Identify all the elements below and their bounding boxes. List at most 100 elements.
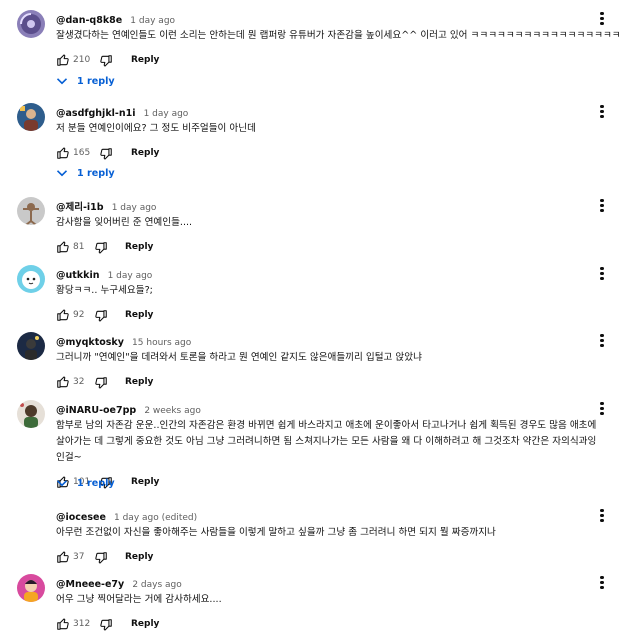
avatar-image (17, 197, 45, 225)
comment-time[interactable]: 1 day ago (108, 271, 153, 281)
comment-actions: 101 Reply (56, 472, 596, 492)
thumbs-down-icon[interactable] (94, 309, 108, 323)
comment-author[interactable]: @dan-q8k8e (56, 15, 122, 26)
comment-header: @utkkin 1 day ago (56, 265, 596, 281)
like-count: 312 (73, 619, 91, 629)
comment-text: 함부로 남의 자존감 운운..인간의 자존감은 환경 바뀌면 쉽게 바스라지고 … (56, 420, 597, 463)
avatar-image (17, 332, 45, 360)
more-vert-icon[interactable] (596, 332, 608, 350)
avatar-image (17, 400, 45, 428)
comment-author[interactable]: @utkkin (56, 270, 99, 281)
avatar[interactable] (17, 265, 45, 293)
avatar[interactable] (17, 103, 45, 131)
comment-author[interactable]: @Mneee-e7y (56, 579, 124, 590)
reply-button[interactable]: Reply (121, 548, 157, 566)
thumbs-up-icon[interactable] (56, 375, 70, 389)
avatar[interactable] (17, 332, 45, 360)
comment-body: @제리-i1b 1 day ago 감사함을 잊어버린 준 연예인들.... 8… (56, 197, 596, 257)
comment-text: 저 분들 연예인이에요? 그 정도 비주얼들이 아닌데 (56, 123, 256, 134)
more-vert-icon[interactable] (596, 197, 608, 215)
thumbs-down-icon[interactable] (99, 147, 113, 161)
comment-body: @iNARU-oe7pp 2 weeks ago 함부로 남의 자존감 운운..… (56, 400, 596, 492)
more-vert-icon[interactable] (596, 400, 608, 418)
reply-button[interactable]: Reply (121, 238, 157, 256)
thumbs-down-icon[interactable] (94, 241, 108, 255)
comment-actions: 37 Reply (56, 547, 596, 567)
comment-body: @Mneee-e7y 2 days ago 어우 그냥 찍어달라는 거에 감사하… (56, 574, 596, 634)
like-count: 81 (73, 242, 85, 252)
like-count: 210 (73, 55, 91, 65)
avatar-image (17, 103, 45, 131)
reply-button[interactable]: Reply (127, 615, 163, 633)
thumbs-up-icon[interactable] (56, 53, 70, 67)
comment-text: 어우 그냥 찍어달라는 거에 감사하세요.... (56, 594, 222, 605)
comment-body: @dan-q8k8e 1 day ago 잘생겼다하는 연예인들도 이런 소리는… (56, 10, 621, 70)
chevron-down-icon (56, 78, 68, 85)
comment-time[interactable]: 2 weeks ago (144, 406, 201, 416)
comment-actions: 312 Reply (56, 614, 596, 634)
replies-label: 1 reply (77, 167, 115, 179)
avatar[interactable] (17, 574, 45, 602)
thumbs-up-icon[interactable] (56, 550, 70, 564)
more-vert-icon[interactable] (596, 10, 608, 28)
comment-author[interactable]: @myqktosky (56, 337, 124, 348)
view-replies-button[interactable]: 1 reply (56, 162, 115, 184)
comment-header: @asdfghjkl-n1i 1 day ago (56, 103, 596, 119)
thumbs-down-icon[interactable] (94, 376, 108, 390)
avatar-image (17, 10, 45, 38)
comment-author[interactable]: @제리-i1b (56, 202, 104, 213)
thumbs-down-icon[interactable] (99, 54, 113, 68)
replies-label: 1 reply (77, 477, 115, 489)
view-replies-button[interactable]: 1 reply (56, 472, 115, 494)
comment-text: 아무런 조건없이 자신을 좋아해주는 사람들을 이렇게 말하고 싶을까 그냥 좀… (56, 527, 496, 538)
comment-body: @iocesee 1 day ago (edited) 아무런 조건없이 자신을… (56, 507, 596, 567)
comment-actions: 32 Reply (56, 372, 596, 392)
view-replies-button[interactable]: 1 reply (56, 70, 115, 92)
reply-button[interactable]: Reply (127, 473, 163, 491)
comment-time[interactable]: 15 hours ago (132, 338, 191, 348)
avatar-image (17, 265, 45, 293)
thumbs-down-icon[interactable] (99, 618, 113, 632)
reply-button[interactable]: Reply (121, 373, 157, 391)
comment-actions: 92 Reply (56, 305, 596, 325)
thumbs-up-icon[interactable] (56, 146, 70, 160)
reply-button[interactable]: Reply (127, 51, 163, 69)
comment-text: 그러니까 "연예인"을 데려와서 토론을 하라고 뭔 연예인 같지도 않은애들끼… (56, 352, 422, 363)
comment-text: 감사함을 잊어버린 준 연예인들.... (56, 217, 193, 228)
comment-author[interactable]: @iocesee (56, 512, 106, 523)
chevron-down-icon (56, 170, 68, 177)
comment-text: 잘생겼다하는 연예인들도 이런 소리는 안하는데 뭔 랩퍼랑 유튜버가 자존감을… (56, 30, 621, 41)
comment-time[interactable]: 1 day ago (edited) (114, 513, 197, 523)
like-count: 92 (73, 310, 85, 320)
avatar-image (17, 574, 45, 602)
reply-button[interactable]: Reply (121, 306, 157, 324)
avatar[interactable] (17, 10, 45, 38)
chevron-down-icon (56, 480, 68, 487)
comment-header: @iNARU-oe7pp 2 weeks ago (56, 400, 596, 416)
comment-header: @myqktosky 15 hours ago (56, 332, 596, 348)
thumbs-up-icon[interactable] (56, 617, 70, 631)
thumbs-up-icon[interactable] (56, 240, 70, 254)
comment-body: @asdfghjkl-n1i 1 day ago 저 분들 연예인이에요? 그 … (56, 103, 596, 163)
comment-author[interactable]: @asdfghjkl-n1i (56, 108, 135, 119)
comment-author[interactable]: @iNARU-oe7pp (56, 405, 136, 416)
thumbs-up-icon[interactable] (56, 308, 70, 322)
reply-button[interactable]: Reply (127, 144, 163, 162)
comment-actions: 210 Reply (56, 50, 596, 70)
more-vert-icon[interactable] (596, 265, 608, 283)
comment-time[interactable]: 2 days ago (132, 580, 181, 590)
avatar[interactable] (17, 400, 45, 428)
replies-label: 1 reply (77, 75, 115, 87)
more-vert-icon[interactable] (596, 574, 608, 592)
more-vert-icon[interactable] (596, 103, 608, 121)
comment-time[interactable]: 1 day ago (112, 203, 157, 213)
more-vert-icon[interactable] (596, 507, 608, 525)
comment-body: @myqktosky 15 hours ago 그러니까 "연예인"을 데려와서… (56, 332, 596, 392)
comment-time[interactable]: 1 day ago (130, 16, 175, 26)
comment-time[interactable]: 1 day ago (144, 109, 189, 119)
comment-actions: 81 Reply (56, 237, 596, 257)
comment-text: 황당ㅋㅋ.. 누구세요들?; (56, 285, 153, 296)
like-count: 32 (73, 377, 85, 387)
avatar[interactable] (17, 197, 45, 225)
thumbs-down-icon[interactable] (94, 551, 108, 565)
